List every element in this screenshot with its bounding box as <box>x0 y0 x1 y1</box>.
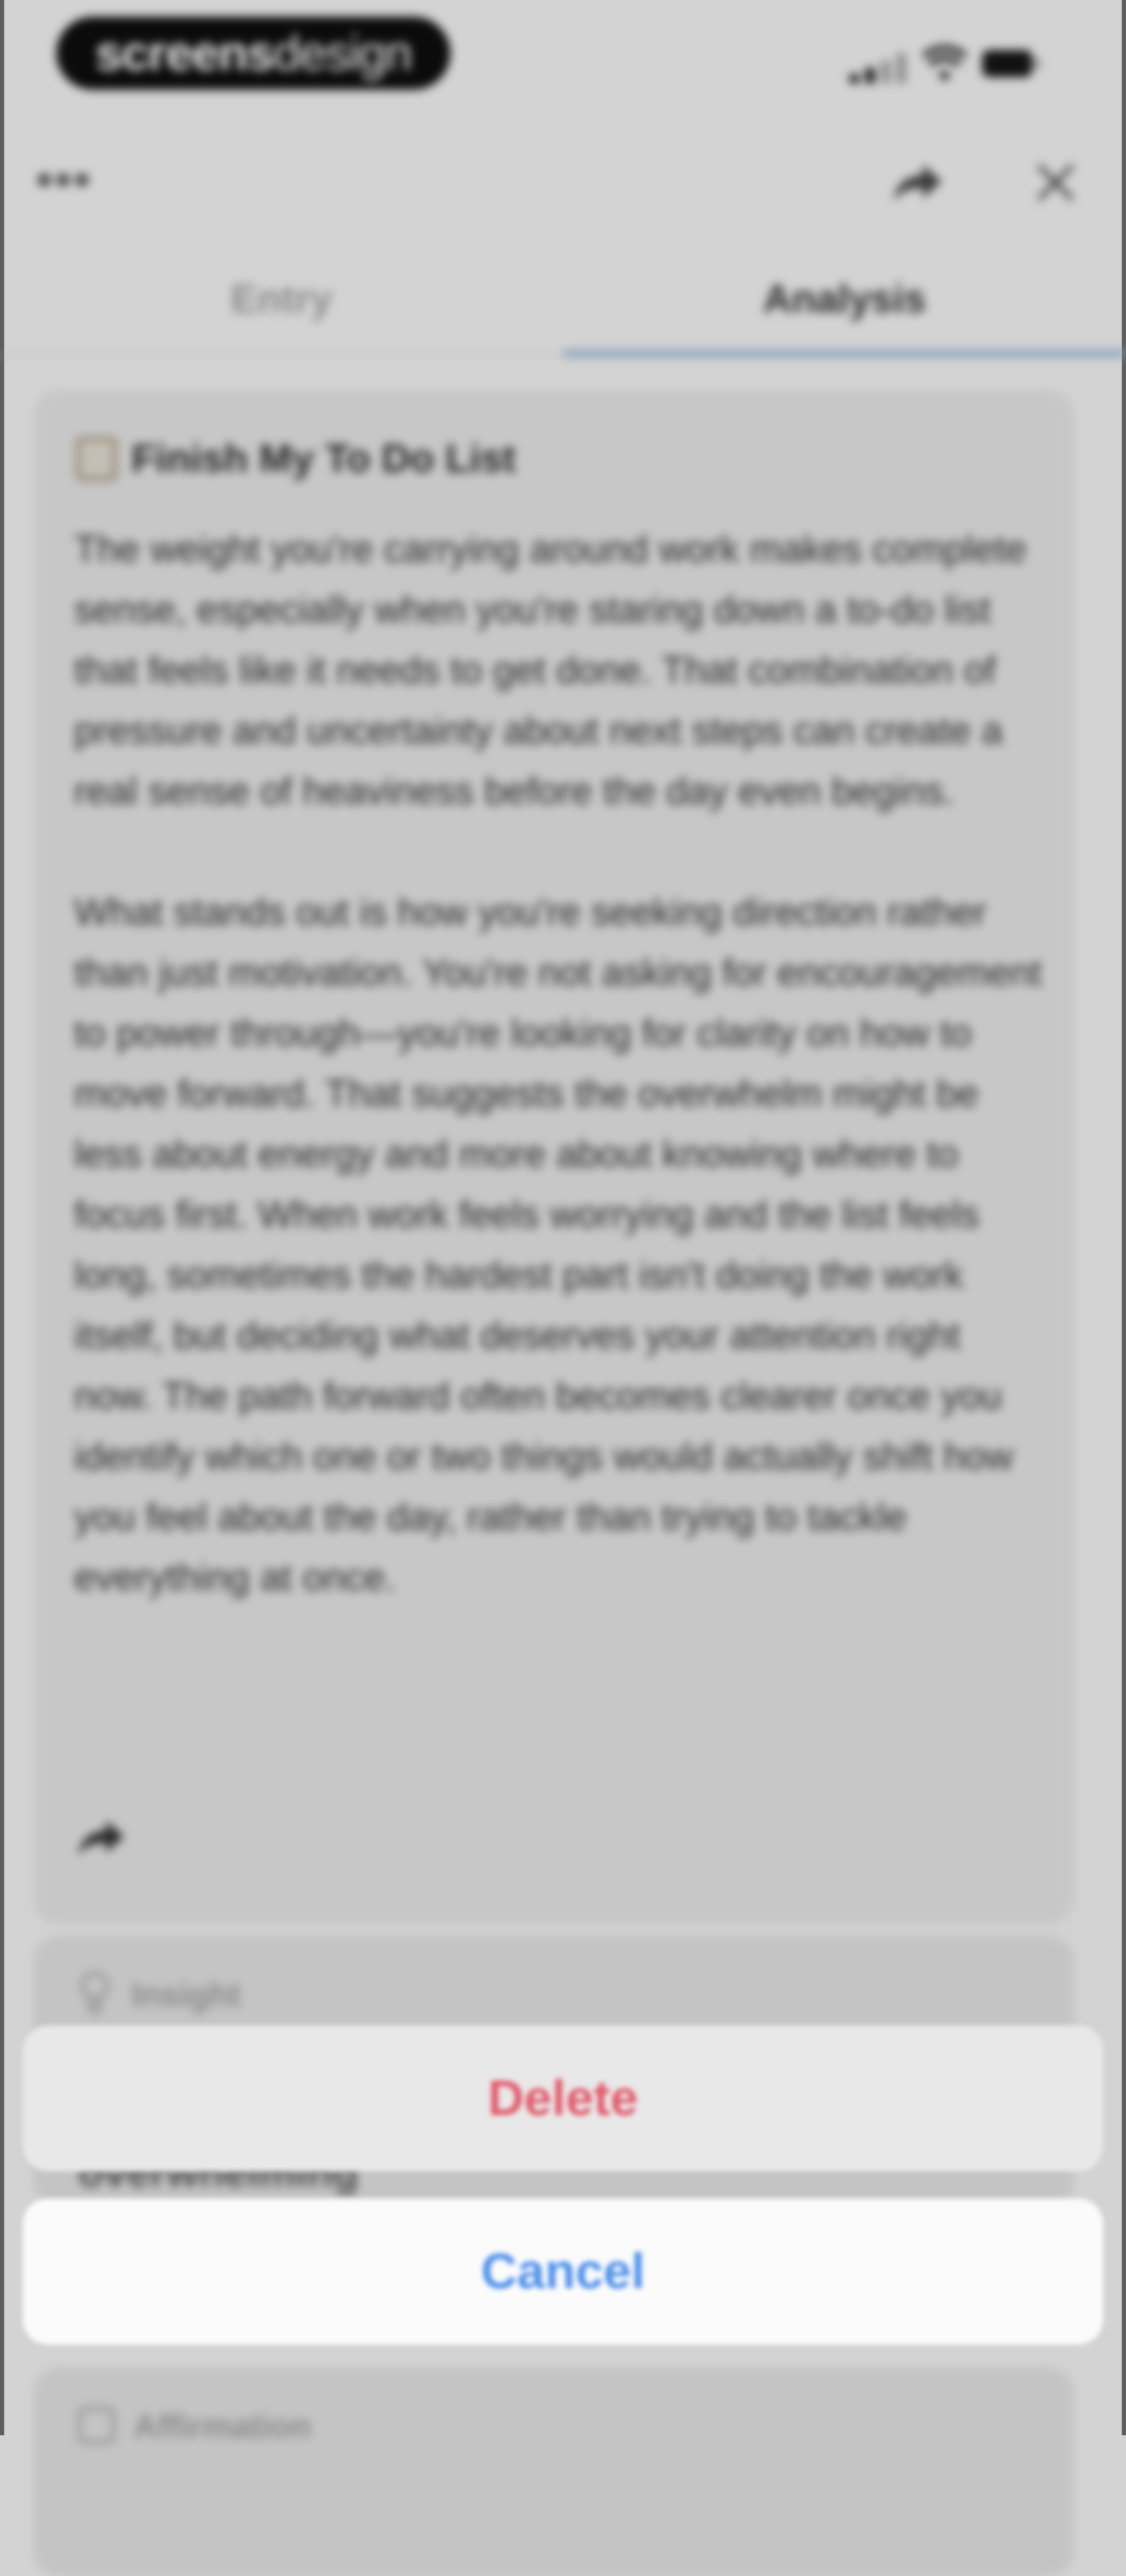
affirmation-card <box>33 2367 1074 2576</box>
watermark-logo: screens design <box>56 17 450 90</box>
notepad-icon <box>76 436 117 481</box>
affirmation-icon <box>78 2407 115 2444</box>
affirmation-label: Affirmation <box>133 2408 312 2445</box>
share-icon[interactable] <box>891 162 944 203</box>
card-body-text: The weight you're carrying around work m… <box>74 528 1042 1599</box>
battery-icon <box>982 50 1039 77</box>
tab-selected-indicator <box>563 350 1126 357</box>
close-icon[interactable] <box>1035 162 1076 203</box>
analysis-card: Finish My To Do List The weight you're c… <box>33 390 1074 1924</box>
wifi-icon <box>923 45 966 81</box>
cellular-signal-icon <box>850 51 907 83</box>
more-options-icon[interactable] <box>38 173 89 187</box>
insight-label: Insight <box>131 1976 241 2013</box>
logo-text-light: design <box>273 26 412 80</box>
card-title: Finish My To Do List <box>131 436 516 481</box>
delete-button[interactable]: Delete <box>23 2025 1103 2171</box>
lightbulb-icon <box>81 1972 109 2014</box>
tab-analysis[interactable]: Analysis <box>563 276 1126 322</box>
share-icon[interactable] <box>76 1818 126 1857</box>
tab-entry[interactable]: Entry <box>0 276 563 322</box>
card-header: Finish My To Do List <box>76 436 516 481</box>
cancel-button[interactable]: Cancel <box>23 2198 1103 2344</box>
logo-text-bold: screens <box>95 26 274 80</box>
